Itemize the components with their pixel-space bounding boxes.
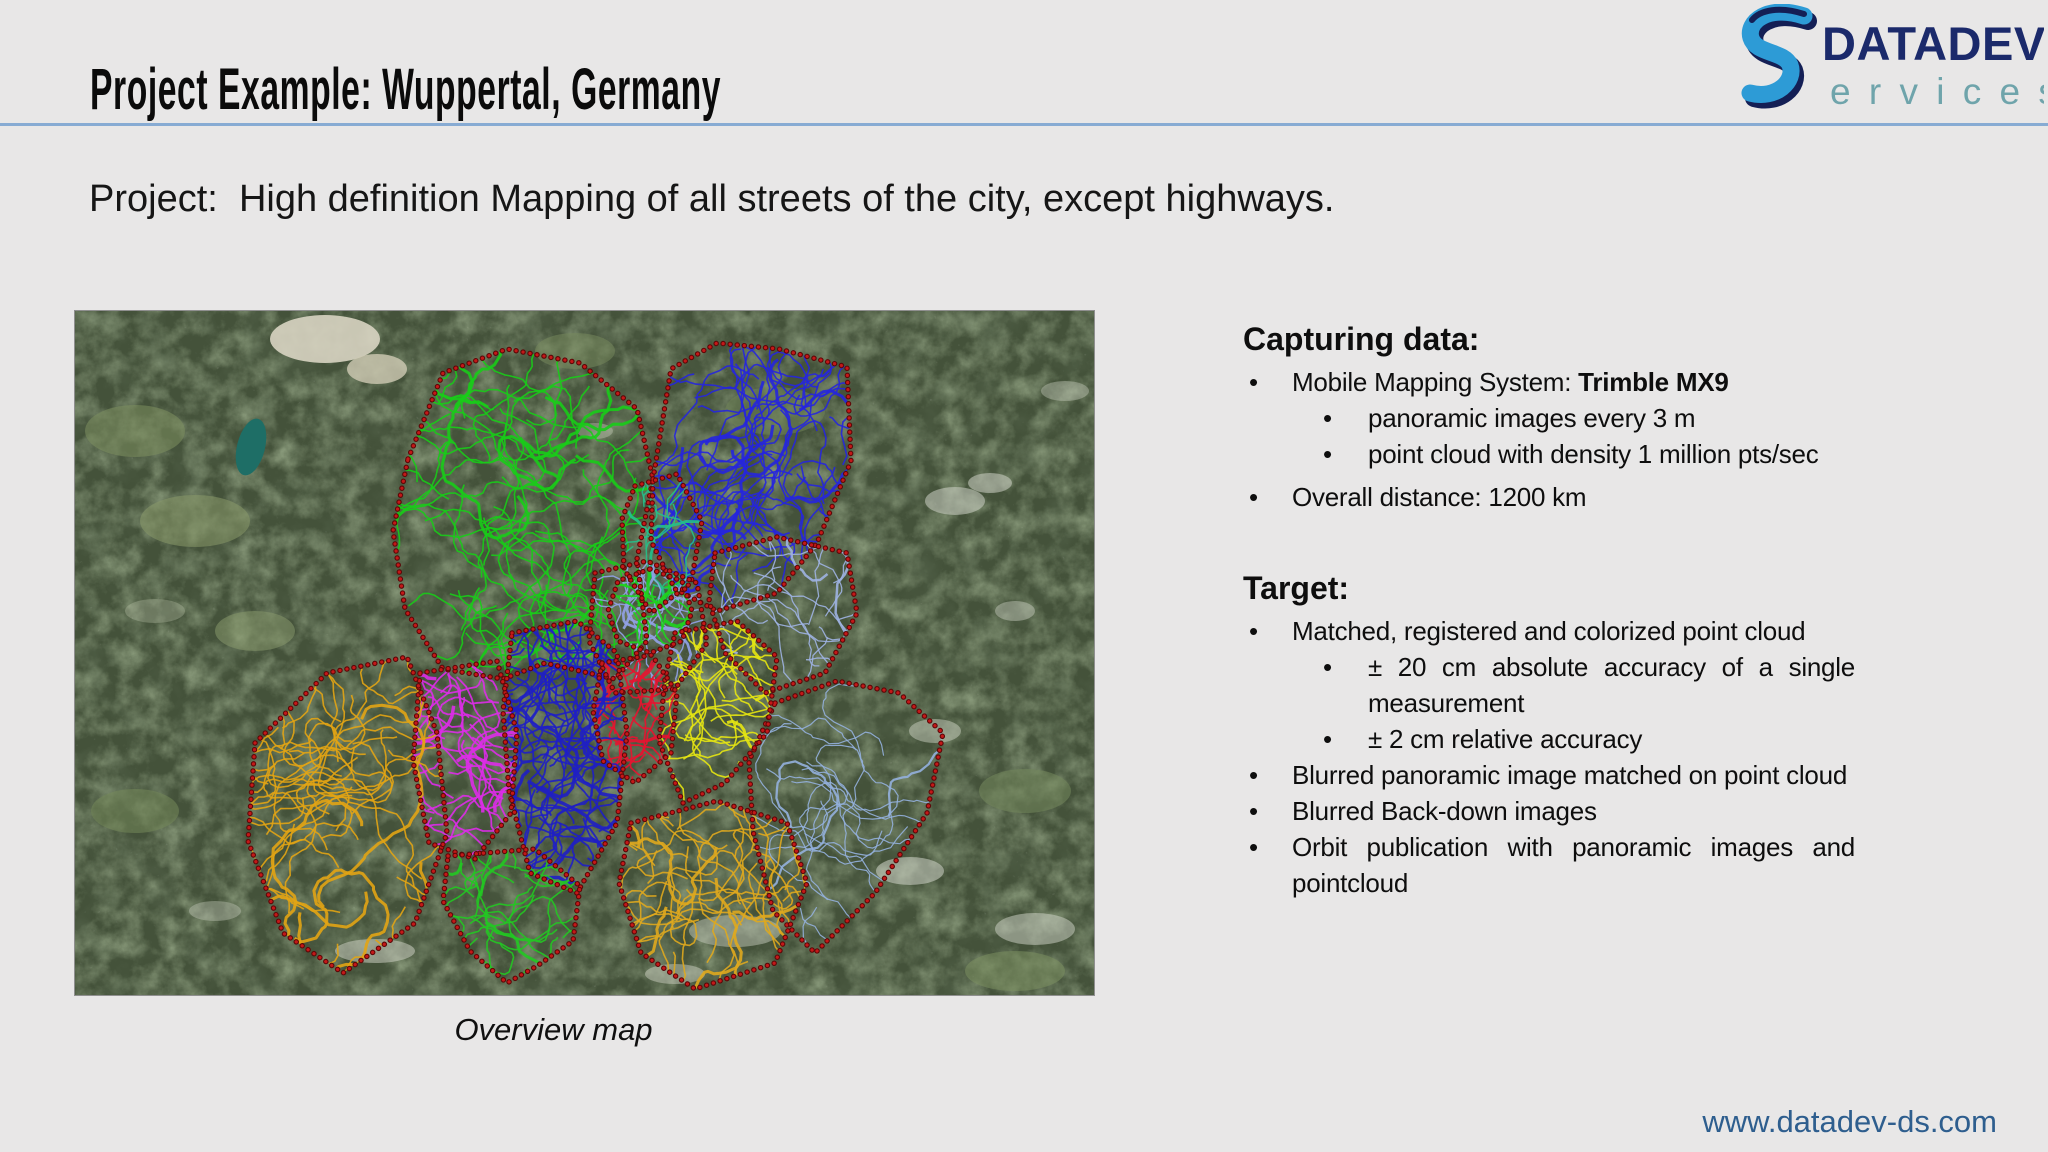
logo-brand-text: DATADEV [1822, 17, 2044, 70]
bullet-item: • panoramic images every 3 m [1243, 400, 1855, 436]
bullet-item: • Orbit publication with panoramic image… [1243, 829, 1855, 901]
details-panel: Capturing data: • Mobile Mapping System:… [1243, 318, 1855, 901]
bullet-text: Orbit publication with panoramic images … [1292, 832, 1855, 898]
map-image [75, 311, 1094, 995]
logo-services-text: e r v i c e s [1830, 71, 2044, 112]
bullet-icon: • [1249, 832, 1258, 862]
overview-map-figure [74, 310, 1095, 996]
title-rule [0, 123, 2048, 126]
bullet-item: • Blurred Back-down images [1243, 793, 1855, 829]
bullet-text: point cloud with density 1 million pts/s… [1368, 439, 1819, 469]
satellite-background [75, 311, 1094, 995]
footer-url-link[interactable]: www.datadev-ds.com [1702, 1104, 1997, 1140]
bullet-text: Overall distance: 1200 km [1292, 482, 1587, 512]
bullet-icon: • [1323, 724, 1332, 754]
bullet-text: panoramic images every 3 m [1368, 403, 1696, 433]
logo-s-icon [1741, 3, 1817, 109]
slide-title: Project Example: Wuppertal, Germany [90, 57, 721, 122]
bullet-icon: • [1323, 403, 1332, 433]
bullet-icon: • [1249, 616, 1258, 646]
bullet-text: ± 20 cm absolute accuracy of a single me… [1368, 652, 1855, 718]
bullet-icon: • [1323, 439, 1332, 469]
bullet-icon: • [1249, 760, 1258, 790]
bullet-icon: • [1249, 482, 1258, 512]
bullet-item: • Mobile Mapping System: Trimble MX9 [1243, 364, 1855, 400]
bullet-icon: • [1249, 796, 1258, 826]
bullet-text: Matched, registered and colorized point … [1292, 616, 1806, 646]
bullet-item: • point cloud with density 1 million pts… [1243, 436, 1855, 472]
map-caption: Overview map [454, 1012, 653, 1047]
bullet-text-bold: Trimble MX9 [1578, 367, 1729, 397]
bullet-text: Mobile Mapping System: Trimble MX9 [1292, 364, 1855, 400]
datadev-logo: DATADEV e r v i c e s [1738, 3, 2048, 122]
bullet-text: Blurred Back-down images [1292, 796, 1597, 826]
project-description: Project: High definition Mapping of all … [89, 178, 1335, 220]
target-heading: Target: [1243, 570, 1350, 606]
bullet-item: • Blurred panoramic image matched on poi… [1243, 757, 1855, 793]
bullet-icon: • [1323, 652, 1332, 682]
bullet-item: • ± 20 cm absolute accuracy of a single … [1243, 649, 1855, 721]
bullet-item: • Matched, registered and colorized poin… [1243, 613, 1855, 649]
bullet-text: ± 2 cm relative accuracy [1368, 724, 1643, 754]
bullet-item: • ± 2 cm relative accuracy [1243, 721, 1855, 757]
bullet-icon: • [1249, 367, 1258, 397]
logo-graphic: DATADEV e r v i c e s [1741, 3, 2048, 112]
bullet-item: • Overall distance: 1200 km [1243, 479, 1855, 515]
bullet-text-plain: Mobile Mapping System: [1292, 367, 1579, 397]
bullet-text: Blurred panoramic image matched on point… [1292, 760, 1848, 790]
capturing-heading: Capturing data: [1243, 321, 1480, 357]
